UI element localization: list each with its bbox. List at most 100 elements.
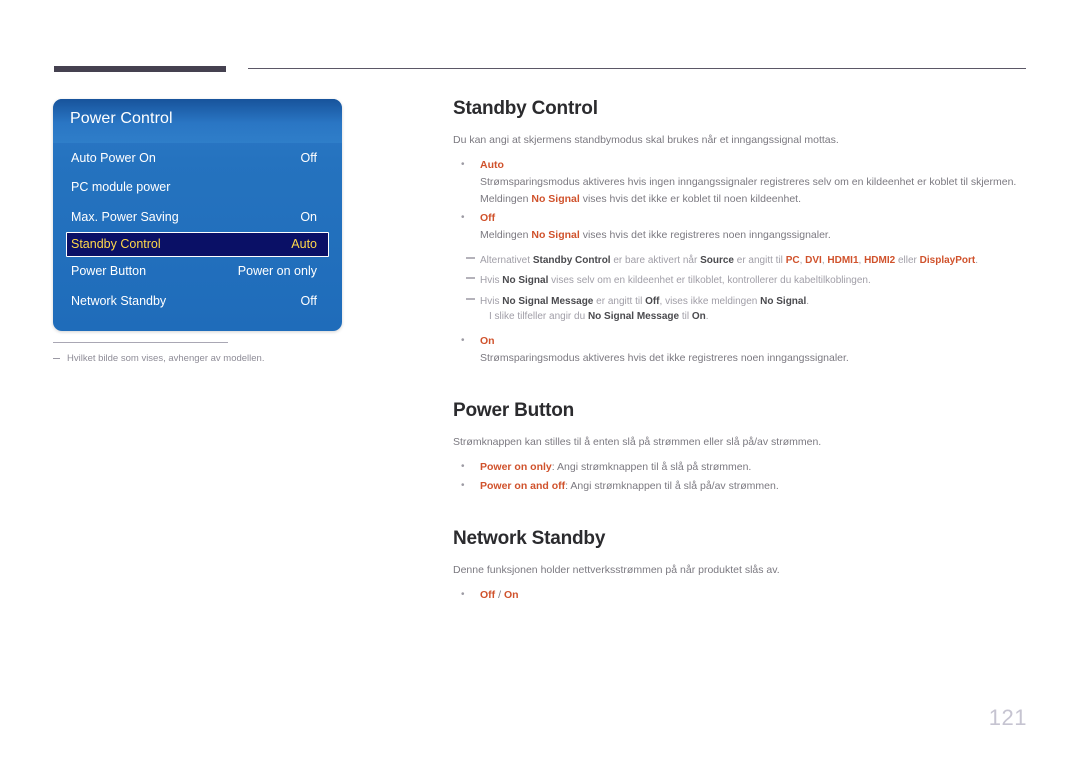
osd-row-label: Max. Power Saving (71, 209, 179, 224)
note-item-1: Alternativet Standby Control er bare akt… (453, 253, 1031, 268)
text-run: Hvis (480, 295, 503, 307)
bullet-list-network-standby: Off / On (453, 587, 1031, 604)
text-run: . (705, 310, 709, 322)
osd-row-standby-control[interactable]: Standby Control Auto (66, 231, 329, 257)
bullet-head: Off (480, 212, 496, 225)
osd-title: Power Control (70, 110, 173, 127)
bullet-head: On (480, 334, 495, 347)
osd-row-value: Power on only (237, 264, 317, 279)
inline-emphasis-hdmi2: HDMI2 (864, 255, 896, 267)
text-run: Hvis (480, 275, 503, 287)
bullet-body: : Angi strømknappen til å slå på/av strø… (565, 480, 779, 493)
osd-row-max-power-saving[interactable]: Max. Power Saving On (53, 202, 342, 232)
bullet-list-standby: Auto Strømsparingsmodus aktiveres hvis i… (453, 157, 1031, 244)
bullet-item-power-on-only: Power on only: Angi strømknappen til å s… (453, 459, 1031, 476)
footnote-dash-icon (53, 358, 60, 359)
inline-emphasis-no-signal-message: No Signal Message (587, 310, 680, 322)
note-dash-icon (466, 297, 475, 300)
section-network-standby: Network Standby Denne funksjonen holder … (453, 528, 1031, 604)
header-accent-bar (54, 66, 226, 72)
inline-emphasis-source: Source (700, 255, 734, 267)
inline-emphasis-on: On (691, 310, 706, 322)
text-run: er bare aktivert når (610, 255, 701, 267)
text-run: Meldingen (480, 229, 532, 242)
section-intro: Denne funksjonen holder nettverksstrømme… (453, 564, 780, 577)
section-title: Power Button (453, 399, 575, 421)
text-run: er angitt til (733, 255, 786, 267)
osd-row-value: Off (300, 150, 317, 165)
osd-row-label: Standby Control (71, 237, 161, 251)
osd-menu-list: Auto Power On Off PC module power Max. P… (53, 143, 342, 316)
osd-row-pc-module-power[interactable]: PC module power (53, 173, 342, 203)
osd-footnote: Hvilket bilde som vises, avhenger av mod… (53, 342, 353, 365)
osd-row-value: On (300, 209, 317, 224)
text-run: eller (895, 255, 920, 267)
section-intro: Strømknappen kan stilles til å enten slå… (453, 435, 822, 448)
bullet-line-1: Strømsparingsmodus aktiveres hvis ingen … (480, 176, 1017, 189)
inline-emphasis-dvi: DVI (805, 255, 822, 267)
osd-row-auto-power-on[interactable]: Auto Power On Off (53, 143, 342, 173)
osd-row-label: Power Button (71, 264, 147, 279)
osd-row-value: Off (300, 293, 317, 308)
text-run: , vises ikke meldingen (659, 295, 761, 307)
footnote-text-wrapper: Hvilket bilde som vises, avhenger av mod… (53, 353, 353, 365)
inline-emphasis-no-signal-message: No Signal Message (502, 295, 594, 307)
bullet-list-standby-on: On Strømsparingsmodus aktiveres hvis det… (453, 333, 1031, 367)
text-run: I slike tilfeller angir du (489, 310, 588, 322)
text-run: vises hvis det ikke registreres noen inn… (579, 229, 831, 242)
bullet-body: : Angi strømknappen til å slå på strømme… (551, 461, 752, 474)
note-dash-icon (466, 257, 475, 260)
section-intro: Du kan angi at skjermens standbymodus sk… (453, 134, 839, 146)
bullet-line-1: Strømsparingsmodus aktiveres hvis det ik… (480, 351, 849, 364)
bullet-list-power-button: Power on only: Angi strømknappen til å s… (453, 459, 1031, 495)
bullet-head-on: On (503, 589, 519, 602)
inline-emphasis-off: Off (645, 295, 660, 307)
bullet-line-1: Meldingen No Signal vises hvis det ikke … (480, 227, 1031, 244)
bullet-head-off: Off (480, 589, 496, 602)
inline-emphasis-no-signal: No Signal (502, 275, 549, 287)
inline-emphasis-hdmi1: HDMI1 (827, 255, 859, 267)
inline-emphasis-no-signal: No Signal (531, 193, 580, 206)
section-power-button: Power Button Strømknappen kan stilles ti… (453, 400, 1031, 495)
note-continuation-line: I slike tilfeller angir du No Signal Mes… (480, 309, 1031, 324)
osd-row-label: PC module power (71, 180, 171, 195)
bullet-item-power-on-and-off: Power on and off: Angi strømknappen til … (453, 478, 1031, 495)
section-standby-control: Standby Control Du kan angi at skjermens… (453, 98, 1031, 367)
inline-emphasis-displayport: DisplayPort (919, 255, 976, 267)
inline-emphasis-standby-control: Standby Control (532, 255, 611, 267)
footnote-text: Hvilket bilde som vises, avhenger av mod… (67, 353, 265, 364)
text-run: til (679, 310, 692, 322)
osd-titlebar: Power Control (53, 99, 342, 143)
text-run: vises selv om en kildeenhet er tilkoblet… (548, 275, 871, 287)
note-item-2: Hvis No Signal vises selv om en kildeenh… (453, 273, 1031, 288)
bullet-head: Auto (480, 159, 504, 172)
footnote-divider (53, 342, 228, 343)
bullet-item-auto: Auto Strømsparingsmodus aktiveres hvis i… (453, 157, 1031, 208)
text-run: Alternativet (480, 255, 533, 267)
osd-row-label: Auto Power On (71, 150, 156, 165)
osd-row-network-standby[interactable]: Network Standby Off (53, 286, 342, 316)
inline-emphasis-no-signal: No Signal (760, 295, 807, 307)
header-thin-line (248, 68, 1026, 69)
inline-emphasis-no-signal: No Signal (531, 229, 580, 242)
text-run: . (806, 295, 810, 307)
page-number: 121 (988, 705, 1027, 730)
osd-row-label: Network Standby (71, 293, 167, 308)
osd-row-power-button[interactable]: Power Button Power on only (53, 257, 342, 287)
section-title: Network Standby (453, 528, 606, 550)
bullet-line-2: Meldingen No Signal vises hvis det ikke … (480, 191, 1031, 208)
bullet-item-off: Off Meldingen No Signal vises hvis det i… (453, 210, 1031, 244)
note-list-standby: Alternativet Standby Control er bare akt… (453, 253, 1031, 324)
bullet-item-off-on: Off / On (453, 587, 1031, 604)
bullet-head: Power on and off (480, 480, 566, 493)
text-run: . (975, 255, 979, 267)
bullet-item-on: On Strømsparingsmodus aktiveres hvis det… (453, 333, 1031, 367)
inline-emphasis-pc: PC (785, 255, 800, 267)
note-item-3: Hvis No Signal Message er angitt til Off… (453, 294, 1031, 324)
bullet-separator: / (495, 589, 504, 602)
section-title: Standby Control (453, 98, 598, 119)
text-run: er angitt til (593, 295, 646, 307)
text-run: Meldingen (480, 193, 532, 206)
bullet-head: Power on only (480, 461, 552, 474)
note-dash-icon (466, 277, 475, 280)
